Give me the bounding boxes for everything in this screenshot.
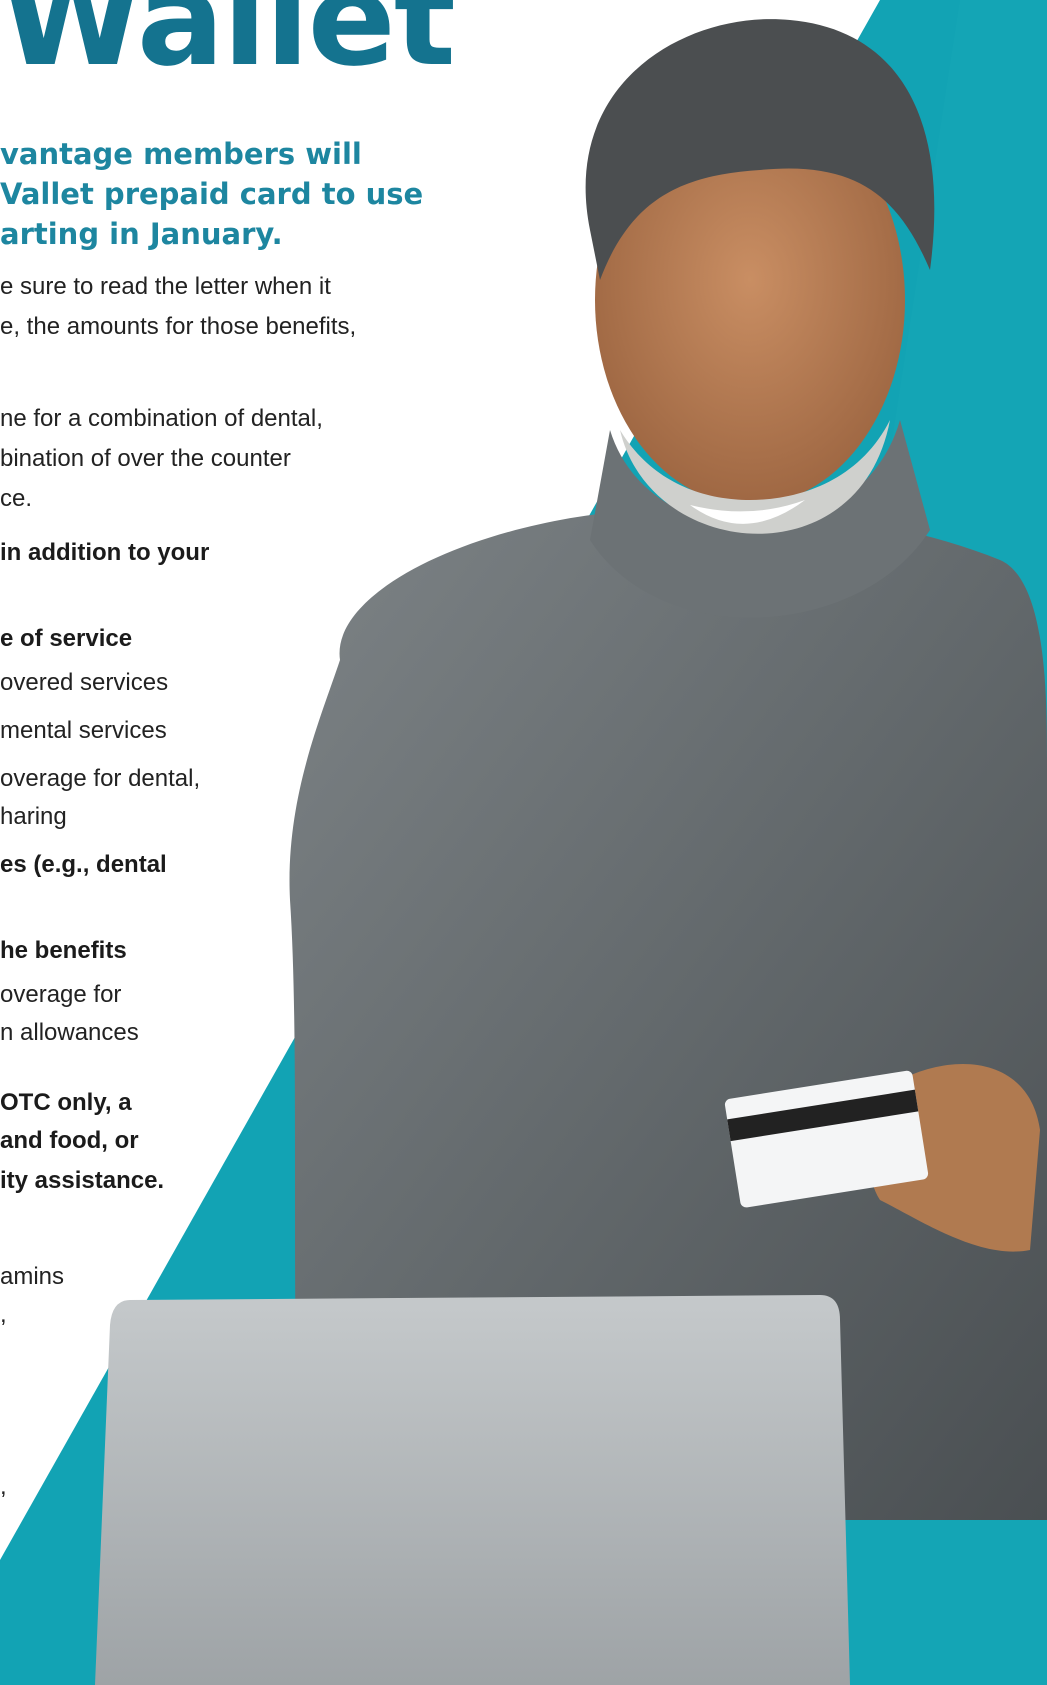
section-heading: he benefits xyxy=(0,937,127,964)
list-item: mental services xyxy=(0,717,167,744)
subhead-line: arting in January. xyxy=(0,217,283,251)
body-text: e sure to read the letter when it xyxy=(0,273,331,300)
list-item: n allowances xyxy=(0,1019,139,1046)
list-item: overed services xyxy=(0,669,169,696)
subhead-line: vantage members will xyxy=(0,137,362,171)
body-text: , xyxy=(0,1301,7,1328)
body-text: ne for a combination of dental, xyxy=(0,405,323,432)
list-item: overage for xyxy=(0,981,122,1008)
subhead: vantage members will Vallet prepaid card… xyxy=(0,134,430,254)
body-text: ce. xyxy=(0,485,33,512)
section-heading: ity assistance. xyxy=(0,1167,165,1194)
section-heading: e of service xyxy=(0,625,133,652)
body-text: , xyxy=(0,1473,7,1500)
section-heading: OTC only, a xyxy=(0,1089,132,1116)
bold-intro: in addition to your xyxy=(0,539,210,566)
body-text: e, the amounts for those benefits, xyxy=(0,313,357,340)
body-text: bination of over the counter xyxy=(0,445,291,472)
headline: Wallet xyxy=(0,0,456,95)
body-text: amins xyxy=(0,1263,65,1290)
section-heading: es (e.g., dental xyxy=(0,851,167,878)
list-item: haring xyxy=(0,803,67,830)
list-item: overage for dental, xyxy=(0,765,201,792)
section-heading: and food, or xyxy=(0,1127,139,1154)
subhead-line: Vallet prepaid card to use xyxy=(0,177,424,211)
